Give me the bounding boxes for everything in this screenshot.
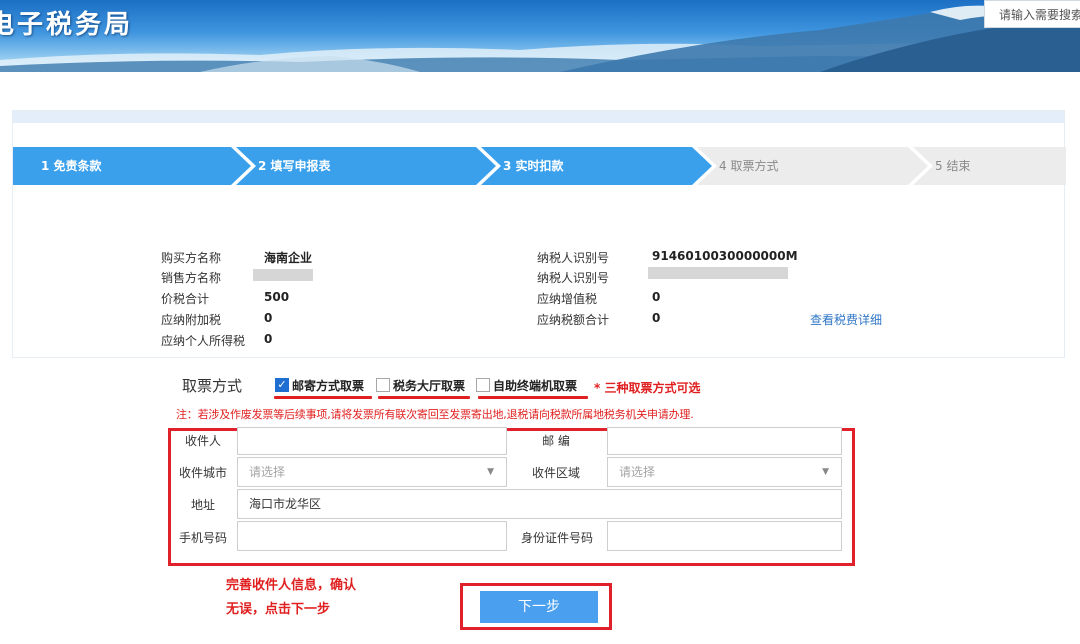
mountain-landscape-illustration [0,5,1080,72]
checkbox-icon[interactable] [476,378,490,392]
id-number-input[interactable] [607,521,842,551]
postcode-input[interactable] [607,427,842,455]
annotation-underline [378,396,470,399]
district-label: 收件区域 [531,466,580,480]
income-tax-label: 应纳个人所得税 [161,334,246,348]
seller-name-label: 销售方名称 [161,271,222,285]
step-3-label: 3 实时扣款 [503,159,564,173]
search-input[interactable]: 请输入需要搜索 [984,0,1080,28]
buyer-taxid-value: 9146010030000000M [652,249,798,263]
step-1-label: 1 免责条款 [41,159,102,173]
dropdown-caret-icon: ▼ [487,467,494,477]
annotation-underline [274,396,372,399]
recipient-input[interactable] [237,427,507,455]
option-hall-pickup[interactable]: 税务大厅取票 [376,376,465,394]
phone-label: 手机号码 [178,531,227,545]
option-kiosk-pickup[interactable]: 自助终端机取票 [476,376,577,394]
total-label: 价税合计 [161,292,210,306]
progress-steps: 1 免责条款 2 填写申报表 3 实时扣款 4 取票方式 5 结束 [13,147,1066,185]
recipient-label: 收件人 [184,434,221,448]
option-hall-label: 税务大厅取票 [393,378,466,393]
vat-label: 应纳增值税 [537,292,598,306]
tax-total-label: 应纳税额合计 [537,313,610,327]
page: 电子税务局 请输入需要搜索 1 免责条款 2 填写申报表 3 实时扣款 4 取票… [0,0,1080,644]
district-select-placeholder: 请选择 [619,465,656,479]
buyer-taxid-label: 纳税人识别号 [537,251,610,265]
ticket-method-hint: * 三种取票方式可选 [594,381,701,395]
checkbox-checked-icon[interactable]: ✓ [275,378,289,392]
city-select-placeholder: 请选择 [249,465,286,479]
buyer-name-label: 购买方名称 [161,251,222,265]
seller-taxid-label: 纳税人识别号 [537,271,610,285]
surcharge-label: 应纳附加税 [161,313,222,327]
seller-taxid-redacted [648,267,788,279]
city-select[interactable]: 请选择 ▼ [237,457,507,487]
tax-total-value: 0 [652,311,661,325]
id-number-label: 身份证件号码 [520,531,593,545]
step-5-label: 5 结束 [935,159,971,173]
option-mail-label: 邮寄方式取票 [292,378,365,393]
panel-top-bar [13,111,1064,123]
district-select[interactable]: 请选择 ▼ [607,457,842,487]
buyer-name-value: 海南企业 [264,251,313,265]
income-tax-value: 0 [264,332,273,346]
city-label: 收件城市 [178,466,227,480]
step-2-label: 2 填写申报表 [258,159,331,173]
surcharge-value: 0 [264,311,273,325]
option-mail-pickup[interactable]: ✓ 邮寄方式取票 [275,376,364,394]
tax-detail-link[interactable]: 查看税费详细 [810,311,882,328]
seller-name-redacted [253,269,313,281]
checkbox-icon[interactable] [376,378,390,392]
vat-value: 0 [652,290,661,304]
step-4-label: 4 取票方式 [719,159,779,173]
next-step-button[interactable]: 下一步 [480,591,598,623]
option-kiosk-label: 自助终端机取票 [493,378,578,393]
annotation-tip: 完善收件人信息，确认无误，点击下一步 [226,578,357,617]
dropdown-caret-icon: ▼ [822,467,829,477]
site-title: 电子税务局 [0,10,134,40]
ticket-note: 注：若涉及作废发票等后续事项,请将发票所有联次寄回至发票寄出地,退税请向税款所属… [176,408,694,421]
annotation-underline [478,396,588,399]
address-input[interactable]: 海口市龙华区 [237,489,842,519]
total-value: 500 [264,290,290,304]
phone-input[interactable] [237,521,507,551]
postcode-label: 邮 编 [542,434,570,448]
address-label: 地址 [190,498,215,512]
header-banner: 电子税务局 请输入需要搜索 [0,0,1080,72]
ticket-method-title: 取票方式 [182,377,243,395]
